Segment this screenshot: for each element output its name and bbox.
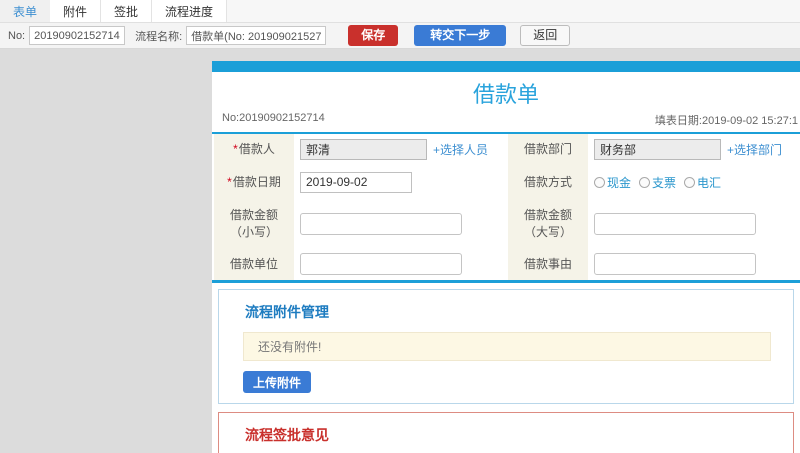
radio-icon[interactable] [639,176,651,188]
loan-method-radio-group: 现金 支票 电汇 [594,174,721,191]
department-field: +选择部门 [588,134,798,164]
loan-date-field [294,164,508,200]
process-name-label: 流程名称: [135,30,183,43]
borrower-field: +选择人员 [294,134,508,164]
borrower-label: *借款人 [214,134,294,164]
loan-method-label: 借款方式 [508,164,588,200]
next-step-button[interactable]: 转交下一步 [414,25,507,46]
amount-upper-label: 借款金额（大写） [508,200,588,248]
radio-wire[interactable]: 电汇 [684,174,721,191]
doc-info-row: No:20190902152714 填表日期:2019-09-02 15:27:… [212,111,800,134]
save-button[interactable]: 保存 [348,25,399,46]
loan-date-label: *借款日期 [214,164,294,200]
amount-upper-input[interactable] [594,213,756,235]
tab-bar: 表单 附件 签批 流程进度 [0,0,800,23]
radio-icon[interactable] [684,176,696,188]
amount-upper-field [588,200,798,248]
no-input[interactable] [29,26,126,45]
attachment-section: 流程附件管理 还没有附件! 上传附件 [218,289,794,404]
tab-form[interactable]: 表单 [0,0,51,22]
approval-section-heading: 流程签批意见 [245,427,329,443]
loan-reason-label: 借款事由 [508,248,588,280]
doc-number: No:20190902152714 [222,112,325,124]
tab-attachment[interactable]: 附件 [50,0,102,22]
loan-reason-input[interactable] [594,253,756,275]
back-button[interactable]: 返回 [520,25,571,46]
loan-unit-input[interactable] [300,253,462,275]
radio-icon[interactable] [594,176,605,188]
page-title: 借款单 [472,82,539,107]
tab-progress[interactable]: 流程进度 [152,0,228,22]
loan-date-input[interactable] [300,171,412,193]
no-attachment-alert: 还没有附件! [243,332,771,361]
doc-fill-date: 填表日期:2019-09-02 15:27:1 [654,115,798,127]
loan-unit-label: 借款单位 [214,248,294,280]
loan-unit-field [294,248,508,280]
loan-method-field: 现金 支票 电汇 [588,164,798,200]
tab-approval[interactable]: 签批 [101,0,153,22]
amount-lower-input[interactable] [300,213,462,235]
form-panel: 借款单 No:20190902152714 填表日期:2019-09-02 15… [212,61,800,453]
radio-cheque-label: 支票 [652,175,677,190]
required-marker: * [233,141,238,156]
loan-reason-field [588,248,798,280]
process-name-input[interactable] [186,26,327,45]
department-input[interactable] [594,138,721,160]
select-department-link[interactable]: +选择部门 [727,141,782,158]
amount-lower-field [294,200,508,248]
radio-cheque[interactable]: 支票 [639,174,676,191]
action-toolbar: No: 流程名称: 保存 转交下一步 返回 [0,23,800,49]
required-marker: * [227,174,232,189]
radio-wire-label: 电汇 [697,175,722,190]
radio-cash-label: 现金 [607,175,632,190]
select-person-link[interactable]: +选择人员 [433,141,488,158]
approval-section: 流程签批意见 B I abc [218,412,794,453]
amount-lower-label: 借款金额（小写） [214,200,294,248]
borrower-input[interactable] [300,138,427,160]
radio-cash[interactable]: 现金 [594,174,631,191]
attachment-section-heading: 流程附件管理 [245,304,329,320]
upload-attachment-button[interactable]: 上传附件 [243,371,312,393]
panel-top-accent-bar [212,61,800,72]
loan-form: *借款人 +选择人员 借款部门 +选择部门 *借款日期 借款方式 现金 [212,134,800,283]
no-label: No: [8,29,26,42]
department-label: 借款部门 [508,134,588,164]
